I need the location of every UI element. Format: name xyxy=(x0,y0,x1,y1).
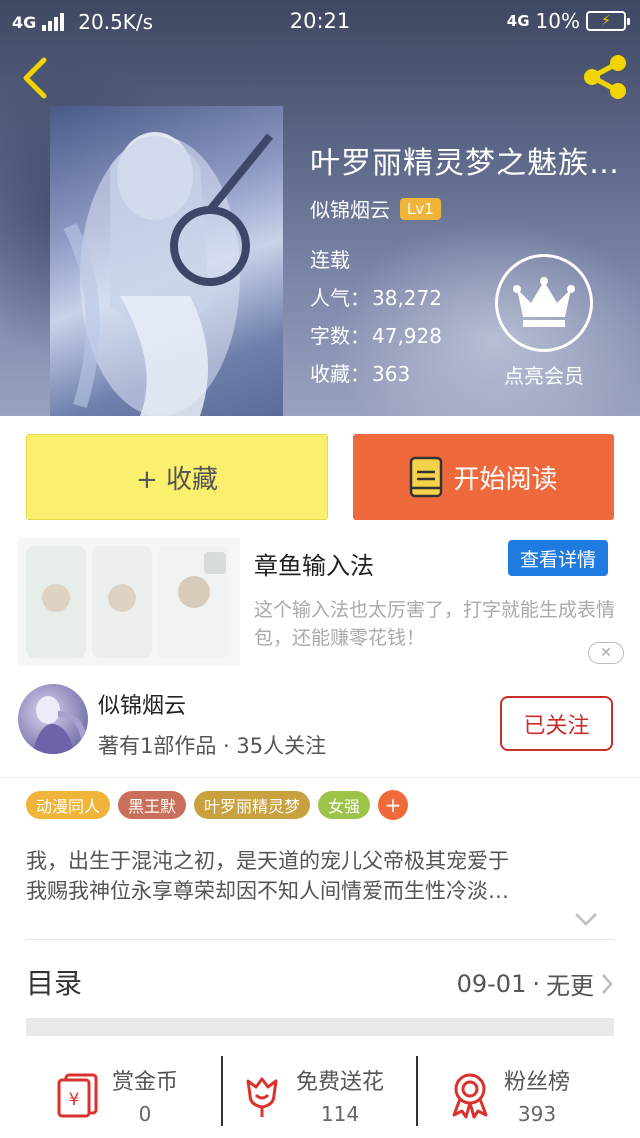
book-title: 叶罗丽精灵梦之魅族… xyxy=(310,146,620,181)
section-spacer xyxy=(26,1018,614,1036)
author-card[interactable]: 似锦烟云 著有1部作品 · 35人关注 已关注 xyxy=(0,678,640,778)
flower-label: 免费送花 xyxy=(296,1070,385,1095)
author-name[interactable]: 似锦烟云 xyxy=(310,194,390,223)
level-badge: Lv1 xyxy=(400,197,441,220)
fan-ranking-button[interactable]: 粉丝榜 393 xyxy=(448,1058,570,1132)
tag-list: 动漫同人 黑王默 叶罗丽精灵梦 女强 + xyxy=(26,790,409,820)
book-icon xyxy=(410,456,443,498)
table-of-contents-row[interactable]: 目录 09-01 · 无更 xyxy=(26,956,614,1006)
ad-image[interactable] xyxy=(18,538,240,666)
battery-percent: 10% xyxy=(535,9,580,33)
tag-item[interactable]: 黑王默 xyxy=(118,791,187,819)
svg-text:¥: ¥ xyxy=(69,1090,80,1110)
popularity-label: 人气： xyxy=(310,286,370,310)
flower-icon xyxy=(246,1077,278,1117)
crown-icon xyxy=(495,254,593,352)
share-button[interactable] xyxy=(580,54,630,100)
tag-item[interactable]: 叶罗丽精灵梦 xyxy=(194,791,311,819)
intro-line: 我赐我神位永享尊荣却因不知人间情爱而生性冷淡… xyxy=(26,879,509,903)
add-favorite-button[interactable]: + 收藏 xyxy=(26,434,328,520)
favorites-label: 收藏： xyxy=(310,362,370,386)
chevron-down-icon xyxy=(575,913,597,926)
vip-button[interactable]: 点亮会员 xyxy=(492,254,596,389)
ad-banner[interactable]: 章鱼输入法 查看详情 这个输入法也太厉害了，打字就能生成表情包，还能赚零花钱！ … xyxy=(0,536,640,672)
toc-title: 目录 xyxy=(26,967,83,1000)
separator xyxy=(416,1056,418,1126)
tag-item[interactable]: 女强 xyxy=(318,791,371,819)
reward-label: 赏金币 xyxy=(112,1070,179,1095)
book-detail-body: + 收藏 开始阅读 章鱼输入法 查看详情 这个输入法也太厉害了，打字就能生成表情… xyxy=(0,416,640,1138)
close-icon: ✕ xyxy=(600,645,612,661)
start-reading-button[interactable]: 开始阅读 xyxy=(353,434,614,520)
author-card-info: 著有1部作品 · 35人关注 xyxy=(98,734,327,758)
share-icon xyxy=(584,55,626,99)
fans-value: 393 xyxy=(517,1102,557,1126)
free-flower-button[interactable]: 免费送花 114 xyxy=(240,1058,384,1132)
intro-line: 我，出生于混沌之初，是天道的宠儿父帝极其宠爱于 xyxy=(26,849,509,873)
battery-icon: ⚡ xyxy=(586,11,630,31)
ad-title: 章鱼输入法 xyxy=(254,552,374,580)
toc-separator: · xyxy=(532,969,540,998)
medal-icon xyxy=(452,1073,488,1119)
toc-update-date: 09-01 xyxy=(456,969,527,998)
divider xyxy=(26,939,614,940)
word-count-label: 字数： xyxy=(310,324,370,348)
back-button[interactable] xyxy=(16,56,56,100)
cover-illustration xyxy=(63,132,274,416)
vip-label: 点亮会员 xyxy=(504,364,584,388)
favorites-value: 363 xyxy=(372,362,411,386)
chevron-right-icon xyxy=(602,973,613,994)
red-envelope-icon: ¥ xyxy=(57,1073,98,1118)
bottom-action-bar: ¥ 赏金币 0 免费送花 114 粉丝榜 393 xyxy=(0,1048,640,1138)
favorites-stat: 收藏： 363 xyxy=(310,358,410,387)
add-tag-button[interactable]: + xyxy=(378,790,409,820)
author-row[interactable]: 似锦烟云 Lv1 xyxy=(310,194,441,223)
book-header: 4G 20.5K/s 20:21 4G 10% ⚡ 叶罗丽精灵梦之魅族… 似锦烟… xyxy=(0,0,640,416)
reward-coins-button[interactable]: ¥ 赏金币 0 xyxy=(56,1058,178,1132)
start-reading-label: 开始阅读 xyxy=(453,464,558,495)
reward-value: 0 xyxy=(138,1102,152,1126)
tag-item[interactable]: 动漫同人 xyxy=(26,791,111,819)
avatar[interactable] xyxy=(18,684,88,754)
follow-button[interactable]: 已关注 xyxy=(500,696,613,751)
word-count-value: 47,928 xyxy=(372,324,442,348)
back-chevron-icon xyxy=(23,57,47,99)
book-status: 连载 xyxy=(310,248,350,272)
ad-description: 这个输入法也太厉害了，打字就能生成表情包，还能赚零花钱！ xyxy=(254,599,616,649)
author-card-name: 似锦烟云 xyxy=(98,694,187,719)
ad-details-button[interactable]: 查看详情 xyxy=(508,540,608,576)
popularity-stat: 人气： 38,272 xyxy=(310,282,442,311)
book-intro[interactable]: 我，出生于混沌之初，是天道的宠儿父帝极其宠爱于 我赐我神位永享尊荣却因不知人间情… xyxy=(26,846,616,906)
toc-update-status: 无更 xyxy=(546,972,594,1000)
expand-intro-button[interactable] xyxy=(572,910,600,928)
book-cover[interactable] xyxy=(50,106,283,416)
popularity-value: 38,272 xyxy=(372,286,442,310)
status-bar: 4G 20.5K/s 20:21 4G 10% ⚡ xyxy=(0,0,640,44)
word-count-stat: 字数： 47,928 xyxy=(310,320,442,349)
fans-label: 粉丝榜 xyxy=(504,1070,571,1095)
separator xyxy=(221,1056,223,1126)
network-indicator-right: 4G xyxy=(506,12,530,30)
flower-value: 114 xyxy=(320,1102,360,1126)
ad-close-button[interactable]: ✕ xyxy=(588,642,624,664)
